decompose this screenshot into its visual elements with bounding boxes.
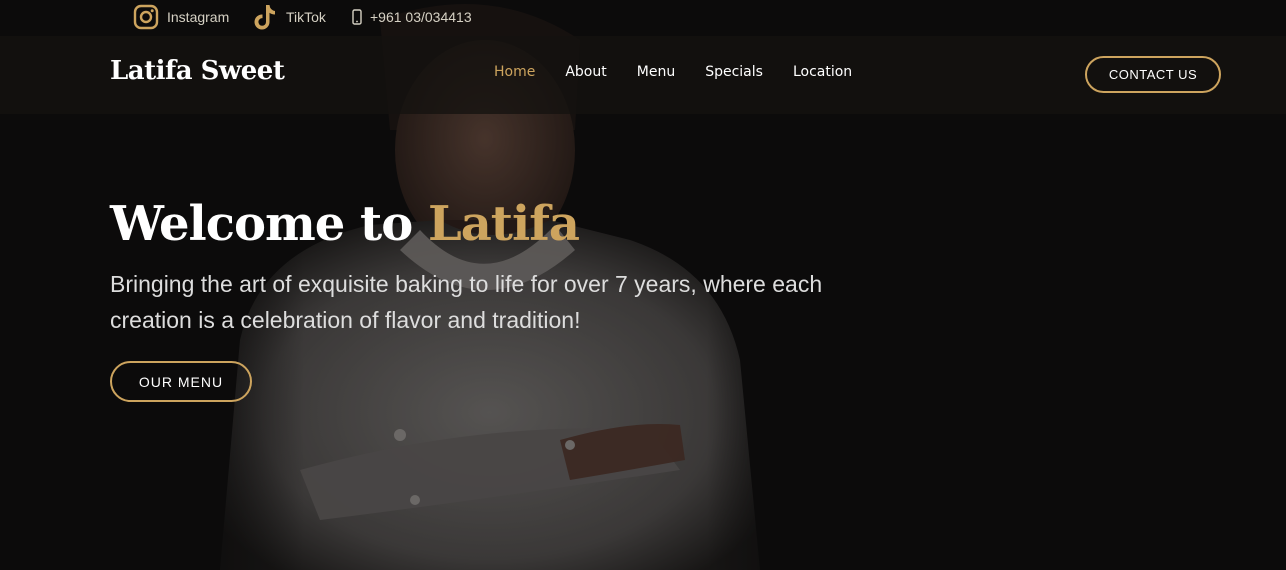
nav-link-specials[interactable]: Specials [705,64,763,80]
instagram-label: Instagram [167,9,230,25]
nav-link-home[interactable]: Home [494,64,535,80]
contact-us-button[interactable]: CONTACT US [1085,56,1221,93]
tiktok-label: TikTok [286,9,326,25]
main-navbar: Latifa Sweet Home About Menu Specials Lo… [0,36,1286,114]
top-bar: Instagram TikTok +961 03/034413 [0,0,1286,36]
nav-link-location[interactable]: Location [793,64,852,80]
nav-link-about[interactable]: About [565,64,606,80]
hero-title-prefix: Welcome to [110,196,428,252]
site-logo[interactable]: Latifa Sweet [110,56,285,86]
tiktok-icon [252,3,278,31]
hero-subtitle: Bringing the art of exquisite baking to … [110,271,823,333]
tiktok-link[interactable]: TikTok [252,0,326,34]
instagram-link[interactable]: Instagram [133,0,229,34]
nav-links: Home About Menu Specials Location [494,64,882,80]
hero-title-accent: Latifa [427,196,580,252]
phone-label: +961 03/034413 [370,9,472,25]
hero-title: Welcome to Latifa [110,196,580,252]
phone-link[interactable]: +961 03/034413 [352,0,472,34]
our-menu-button[interactable]: OUR MENU [110,361,252,402]
instagram-icon [133,4,159,30]
phone-icon [352,9,362,25]
nav-link-menu[interactable]: Menu [637,64,675,80]
